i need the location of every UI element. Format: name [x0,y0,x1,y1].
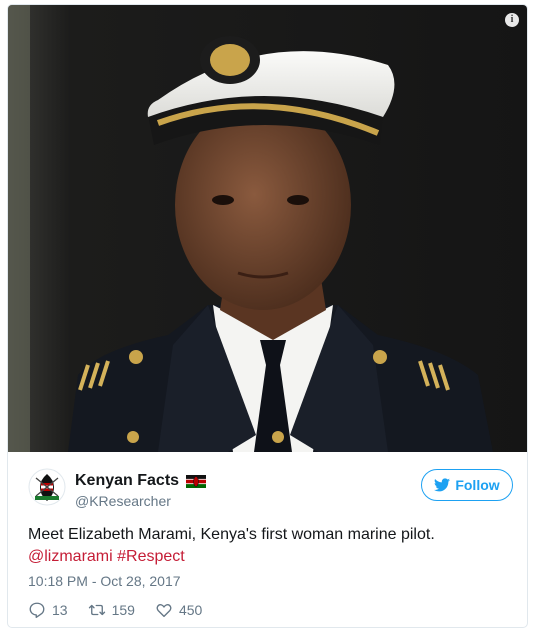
twitter-bird-icon [434,478,451,492]
avatar[interactable] [28,468,66,506]
portrait-image [8,5,527,452]
hashtag-link[interactable]: #Respect [117,548,185,565]
tweet-timestamp[interactable]: 10:18 PM - Oct 28, 2017 [28,573,181,589]
reply-count: 13 [52,602,68,618]
mention-link[interactable]: @lizmarami [28,548,113,565]
tweet-actions: 13 159 450 [28,601,222,619]
reply-icon [29,602,45,619]
tweet-header: Kenyan Facts @KResearcher Follow [28,468,513,512]
retweet-button[interactable]: 159 [88,601,135,619]
kenya-shield-avatar-icon [28,468,66,506]
display-name[interactable]: Kenyan Facts [75,472,179,490]
retweet-count: 159 [111,602,135,618]
tweet-photo[interactable]: i [8,5,527,452]
info-icon[interactable]: i [505,13,519,27]
like-count: 450 [178,602,203,618]
follow-label: Follow [455,477,500,493]
tweet-card: i Kenyan Facts @KResearcher Follow Meet … [7,4,528,628]
reply-button[interactable]: 13 [28,601,68,619]
like-button[interactable]: 450 [155,601,202,619]
kenya-flag-icon [186,474,207,488]
retweet-icon [88,604,105,616]
heart-icon [156,604,172,618]
tweet-body: Meet Elizabeth Marami, Kenya's first wom… [28,526,435,543]
follow-button[interactable]: Follow [421,469,513,501]
tweet-text: Meet Elizabeth Marami, Kenya's first wom… [28,524,518,568]
user-handle[interactable]: @KResearcher [75,493,171,509]
